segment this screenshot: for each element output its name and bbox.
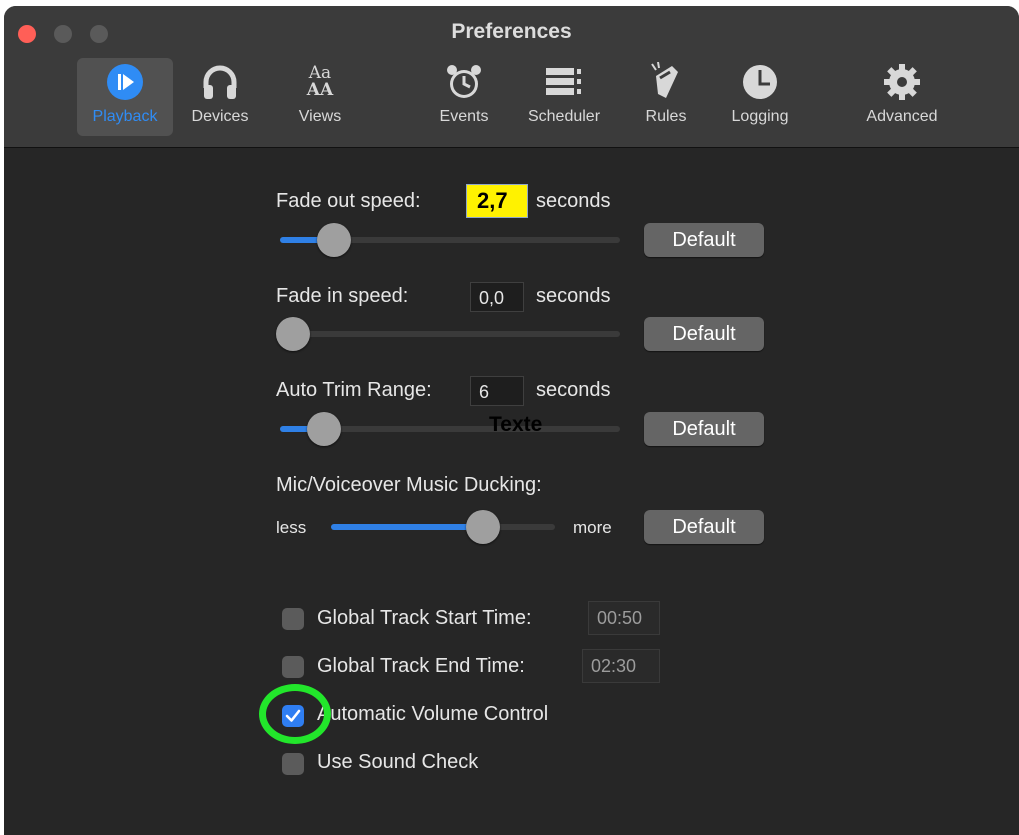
window-title: Preferences <box>451 20 572 43</box>
fade-in-unit: seconds <box>536 285 611 307</box>
tab-rules-label: Rules <box>645 108 687 125</box>
fade-in-default-button[interactable]: Default <box>644 317 764 351</box>
global-end-time-input[interactable]: 02:30 <box>582 649 660 683</box>
clock-icon <box>724 62 796 102</box>
auto-trim-label: Auto Trim Range: <box>276 379 432 401</box>
auto-trim-slider-knob[interactable] <box>307 412 342 446</box>
tab-events-label: Events <box>439 108 489 125</box>
ducking-slider-fill <box>331 524 484 530</box>
global-start-checkbox[interactable] <box>282 608 304 630</box>
tab-logging[interactable]: Logging <box>724 58 796 136</box>
auto-trim-input[interactable]: 6 <box>470 376 524 406</box>
global-end-checkbox[interactable] <box>282 656 304 678</box>
tab-views-label: Views <box>298 108 342 125</box>
fade-out-slider[interactable] <box>280 223 620 257</box>
fade-in-slider[interactable] <box>276 317 620 351</box>
gear-icon <box>864 62 940 102</box>
fade-in-label: Fade in speed: <box>276 285 409 307</box>
alarm-clock-icon <box>434 62 494 102</box>
fade-out-input[interactable]: 2,7 <box>466 184 528 218</box>
fade-out-label: Fade out speed: <box>276 190 421 212</box>
tab-playback[interactable]: Playback <box>77 58 173 136</box>
overlay-text: Texte <box>489 413 543 436</box>
tab-views[interactable]: Aa AA Views <box>295 58 345 136</box>
sound-check-checkbox[interactable] <box>282 753 304 775</box>
global-start-time-input[interactable]: 00:50 <box>588 601 660 635</box>
headphones-icon <box>190 62 250 102</box>
playback-icon <box>77 62 173 102</box>
auto-trim-slider[interactable] <box>280 412 620 446</box>
ducking-slider-knob[interactable] <box>466 510 501 544</box>
numbered-list-icon <box>524 62 604 102</box>
tab-devices[interactable]: Devices <box>190 58 250 136</box>
tab-advanced-label: Advanced <box>866 108 938 125</box>
ducking-slider[interactable] <box>331 510 555 544</box>
tab-events[interactable]: Events <box>434 58 494 136</box>
ducking-less-label: less <box>276 518 307 537</box>
tab-logging-label: Logging <box>731 108 789 125</box>
auto-trim-default-button[interactable]: Default <box>644 412 764 446</box>
fade-out-slider-knob[interactable] <box>317 223 352 257</box>
playback-settings: Fade out speed: 2,7 seconds Default Fade… <box>4 148 1019 835</box>
fade-out-unit: seconds <box>536 190 611 212</box>
tab-scheduler-label: Scheduler <box>527 108 601 125</box>
fade-out-default-button[interactable]: Default <box>644 223 764 257</box>
toolbar: Preferences Playback Devices Aa AA Views <box>4 6 1019 148</box>
auto-volume-label: Automatic Volume Control <box>317 703 549 725</box>
preferences-window: Preferences Playback Devices Aa AA Views <box>4 6 1019 835</box>
text-size-icon: Aa AA <box>295 62 345 102</box>
tab-playback-label: Playback <box>92 108 158 125</box>
auto-trim-unit: seconds <box>536 379 611 401</box>
fade-in-slider-knob[interactable] <box>276 317 310 351</box>
tab-scheduler[interactable]: Scheduler <box>524 58 604 136</box>
tab-advanced[interactable]: Advanced <box>864 58 940 136</box>
rules-icon <box>641 62 691 102</box>
global-end-label: Global Track End Time: <box>317 655 525 677</box>
text-size-glyph-bottom: AA <box>306 80 334 100</box>
global-start-label: Global Track Start Time: <box>317 607 532 629</box>
ducking-more-label: more <box>573 518 612 537</box>
tab-rules[interactable]: Rules <box>641 58 691 136</box>
ducking-label: Mic/Voiceover Music Ducking: <box>276 474 542 496</box>
ducking-default-button[interactable]: Default <box>644 510 764 544</box>
highlight-circle <box>259 684 331 744</box>
sound-check-label: Use Sound Check <box>317 751 479 773</box>
fade-in-input[interactable]: 0,0 <box>470 282 524 312</box>
tab-devices-label: Devices <box>191 108 249 125</box>
